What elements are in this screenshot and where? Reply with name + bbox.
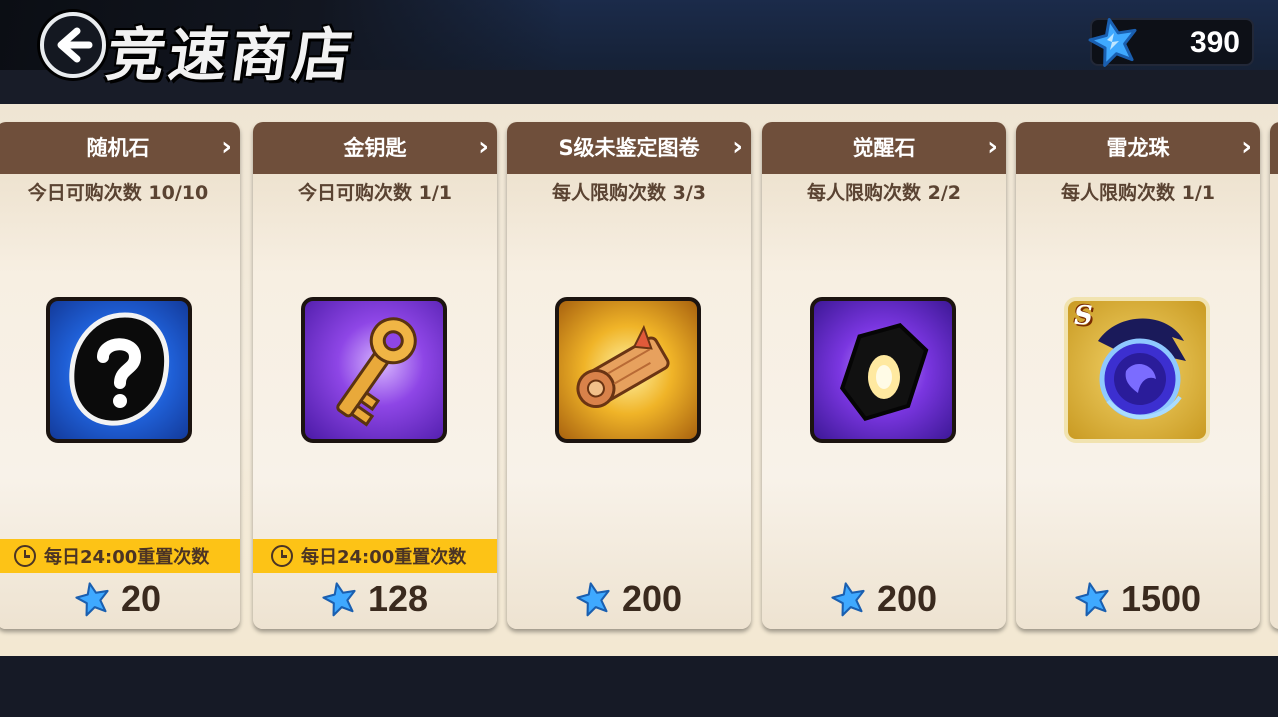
chevron-right-icon: › — [987, 132, 998, 162]
reset-label: 每日24:00重置次数 — [301, 547, 467, 568]
reset-label: 每日24:00重置次数 — [44, 547, 210, 568]
header-bar: 竞速商店 390 — [0, 0, 1278, 104]
back-button[interactable] — [40, 12, 106, 78]
page-title: 竞速商店 — [102, 21, 361, 89]
item-name: S级未鉴定图卷 — [507, 122, 751, 174]
purchase-limit: 每人限购次数 1/1 — [1061, 182, 1215, 204]
item-name: 觉醒石 — [762, 122, 1006, 174]
clock-icon — [271, 545, 293, 567]
blue-star-icon — [322, 582, 356, 617]
price-tag: 200 — [762, 576, 1006, 622]
price-tag: 1500 — [1016, 576, 1260, 622]
blue-star-icon — [75, 582, 109, 617]
price-value: 200 — [876, 578, 938, 619]
price-tag: 128 — [253, 576, 497, 622]
blue-star-icon — [1088, 18, 1137, 67]
mystery-stone-icon — [46, 297, 192, 443]
purchase-limit: 今日可购次数 1/1 — [298, 182, 452, 204]
blue-star-icon — [576, 582, 610, 617]
back-arrow-icon — [57, 27, 93, 63]
shop-item-card[interactable]: S级未鉴定图卷 › 每人限购次数 3/3 200 — [507, 122, 751, 629]
price-value: 1500 — [1120, 578, 1202, 619]
purchase-limit: 每人限购次数 3/3 — [552, 182, 706, 204]
bottom-bar — [0, 656, 1278, 717]
shop-item-list: 随机石 › 今日可购次数 10/10 每日24:00重置次数 20 金钥匙 › … — [0, 122, 1278, 632]
clock-icon — [14, 545, 36, 567]
shop-item-card[interactable]: 金钥匙 › 今日可购次数 1/1 每日24:00重置次数 128 — [253, 122, 497, 629]
chevron-right-icon: › — [478, 132, 489, 162]
golden-key-icon — [301, 297, 447, 443]
reset-banner: 每日24:00重置次数 — [0, 539, 240, 573]
shop-item-card[interactable]: 随机石 › 今日可购次数 10/10 每日24:00重置次数 20 — [0, 122, 240, 629]
currency-amount: 390 — [1189, 26, 1240, 59]
scroll-icon — [555, 297, 701, 443]
awakening-stone-icon — [810, 297, 956, 443]
chevron-right-icon: › — [1241, 132, 1252, 162]
partial-next-card[interactable] — [1270, 122, 1278, 629]
chevron-right-icon: › — [732, 132, 743, 162]
currency-display: 390 — [1088, 18, 1254, 67]
purchase-limit: 每人限购次数 2/2 — [807, 182, 961, 204]
price-tag: 200 — [507, 576, 751, 622]
s-rank-badge: S — [1074, 301, 1093, 331]
chevron-right-icon: › — [221, 132, 232, 162]
price-value: 200 — [621, 578, 683, 619]
reset-banner: 每日24:00重置次数 — [253, 539, 497, 573]
item-name: 雷龙珠 — [1016, 122, 1260, 174]
item-name: 金钥匙 — [253, 122, 497, 174]
price-tag: 20 — [0, 576, 240, 622]
item-name: 随机石 — [0, 122, 240, 174]
blue-star-icon — [831, 582, 865, 617]
blue-star-icon — [1075, 582, 1109, 617]
shop-item-card[interactable]: 觉醒石 › 每人限购次数 2/2 200 — [762, 122, 1006, 629]
purchase-limit: 今日可购次数 10/10 — [27, 182, 209, 204]
thunder-dragon-orb-icon: S — [1064, 297, 1210, 443]
shop-item-card[interactable]: 雷龙珠 › 每人限购次数 1/1 S 1500 — [1016, 122, 1260, 629]
price-value: 20 — [120, 578, 162, 619]
price-value: 128 — [367, 578, 429, 619]
